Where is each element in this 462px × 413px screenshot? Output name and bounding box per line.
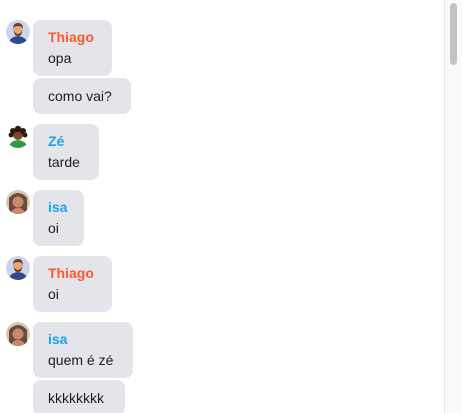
message-bubble[interactable]: Thiago oi [33, 256, 112, 312]
isa-avatar-icon[interactable] [6, 190, 30, 214]
message-sender: isa [48, 199, 68, 215]
message-text: como vai? [48, 88, 112, 104]
message-text: opa [48, 50, 72, 66]
message-bubble[interactable]: como vai? [33, 78, 131, 114]
message-bubble[interactable]: Thiago opa [33, 20, 112, 76]
thiago-avatar-icon[interactable] [6, 256, 30, 280]
message-text: tarde [48, 154, 80, 170]
message-text: oi [48, 286, 59, 302]
isa-avatar-icon[interactable] [6, 322, 30, 346]
message-sender: Thiago [48, 265, 94, 281]
message-text: oi [48, 220, 59, 236]
message-sender: Zé [48, 133, 65, 149]
message-text: quem é zé [48, 352, 114, 368]
chat-messages-panel[interactable]: Thiago opa como vai? Zé tarde isa oi Thi… [0, 0, 462, 413]
message-sender: Thiago [48, 29, 94, 45]
message-bubble[interactable]: isa oi [33, 190, 84, 246]
message-sender: isa [48, 331, 68, 347]
message-bubble[interactable]: kkkkkkkk [33, 380, 125, 413]
message-bubble[interactable]: Zé tarde [33, 124, 99, 180]
message-text: kkkkkkkk [48, 390, 104, 406]
ze-avatar-icon[interactable] [6, 124, 30, 148]
message-bubble[interactable]: isa quem é zé [33, 322, 133, 378]
scrollbar-thumb[interactable] [450, 3, 457, 65]
thiago-avatar-icon[interactable] [6, 20, 30, 44]
vertical-scrollbar[interactable] [444, 0, 462, 413]
